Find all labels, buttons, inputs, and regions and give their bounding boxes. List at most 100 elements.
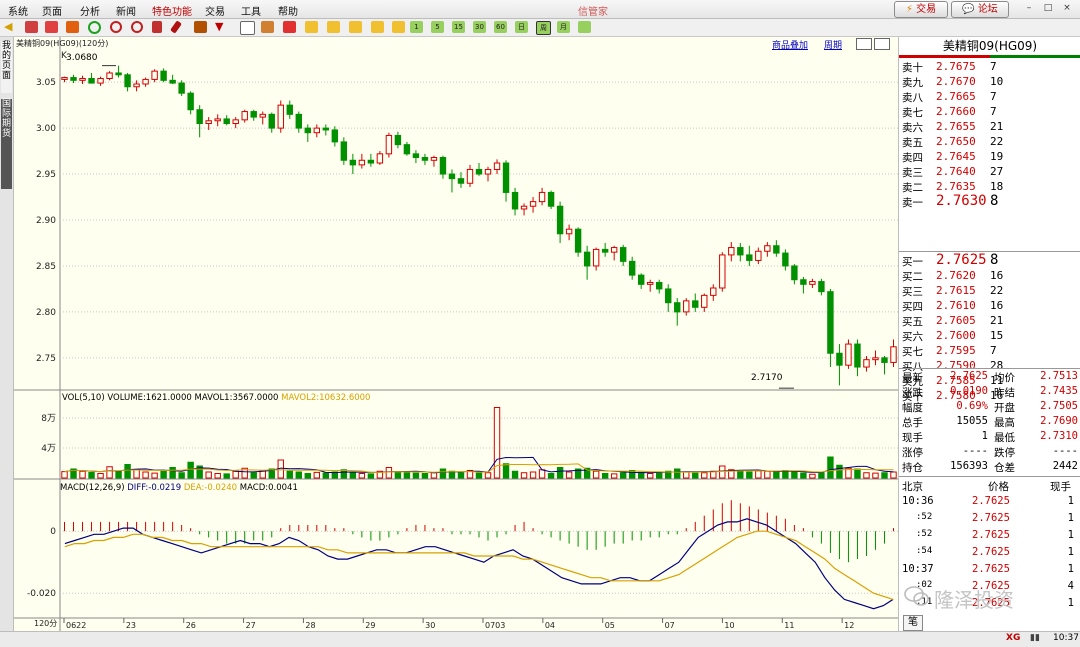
refresh-icon[interactable] (88, 21, 101, 34)
period-60m-button[interactable]: 60 (494, 21, 507, 33)
home-icon[interactable] (25, 21, 38, 33)
tick-time: 10:36 (902, 495, 934, 507)
candle-body (439, 157, 447, 175)
tick-row: :54 2.7625 1 (902, 546, 1078, 561)
bid-price: 2.7625 (936, 252, 987, 268)
period-link[interactable]: 周期 (824, 38, 842, 51)
restore-icon[interactable] (874, 38, 890, 50)
ask-row-3[interactable]: 卖三 2.7640 27 (902, 165, 1078, 180)
maximize-button[interactable]: □ (1041, 2, 1055, 14)
menu-tools[interactable]: 工具 (241, 3, 261, 18)
period-year-icon[interactable] (578, 21, 591, 33)
ask-row-8[interactable]: 卖八 2.7665 7 (902, 90, 1078, 105)
menu-page[interactable]: 页面 (42, 3, 62, 18)
menu-analysis[interactable]: 分析 (80, 3, 100, 18)
bid-row-5[interactable]: 买五 2.7605 21 (902, 314, 1078, 329)
calendar-icon[interactable] (45, 21, 58, 33)
candle-body (241, 111, 248, 121)
bid-label: 买四 (902, 301, 923, 313)
bid-row-1[interactable]: 买一 2.7625 8 (902, 252, 1078, 269)
ask-row-1[interactable]: 卖一 2.7630 8 (902, 193, 1078, 210)
volume-bar (340, 469, 348, 479)
ask-row-10[interactable]: 卖十 2.7675 7 (902, 60, 1078, 75)
ask-row-9[interactable]: 卖九 2.7670 10 (902, 75, 1078, 90)
volume-bar (160, 470, 167, 479)
bid-label: 买七 (902, 346, 923, 358)
zoom-in-icon[interactable] (110, 21, 122, 33)
list-icon[interactable] (66, 21, 79, 33)
tick-price: 2.7625 (972, 529, 1010, 541)
tick-time: :54 (916, 546, 933, 556)
volume-bar (610, 473, 618, 479)
pen-icon[interactable] (170, 20, 182, 34)
candle-body (493, 162, 501, 170)
bid-row-4[interactable]: 买四 2.7610 16 (902, 299, 1078, 314)
period-day-button[interactable]: 日 (515, 21, 528, 33)
bid-volume: 22 (990, 284, 1004, 297)
report-icon[interactable] (283, 21, 296, 33)
volume-bar (250, 472, 257, 479)
price-tick-label: 2.95 (36, 170, 56, 180)
overlay-link[interactable]: 商品叠加 (772, 38, 808, 51)
chart-svg: 3.05 3.00 2.95 2.90 2.85 2.80 2.75 0622 23 26 27 28… (14, 37, 898, 631)
bid-row-6[interactable]: 买六 2.7600 15 (902, 329, 1078, 344)
volume-bar (430, 472, 438, 479)
chart-area[interactable]: 3.05 3.00 2.95 2.90 2.85 2.80 2.75 0622 23 26 27 28… (14, 37, 898, 631)
doc3-icon[interactable] (349, 21, 362, 33)
table-icon[interactable] (240, 21, 255, 35)
bid-row-3[interactable]: 买三 2.7615 22 (902, 284, 1078, 299)
macd-header: MACD(12,26,9) DIFF:-0.0219 DEA:-0.0240 M… (60, 483, 298, 493)
ask-row-4[interactable]: 卖四 2.7645 19 (902, 150, 1078, 165)
doc2-icon[interactable] (327, 21, 340, 33)
period-15m-button[interactable]: 15 (452, 21, 465, 33)
stat-key: 总手 (902, 417, 923, 429)
stats-divider (899, 368, 1080, 369)
bell-icon[interactable] (194, 21, 207, 33)
back-arrow-icon[interactable]: ◀ (4, 21, 17, 33)
menu-features[interactable]: 特色功能 (152, 3, 192, 18)
period-30m-button[interactable]: 30 (473, 21, 486, 33)
zoom-out-icon[interactable] (131, 21, 143, 33)
bid-row-2[interactable]: 买二 2.7620 16 (902, 269, 1078, 284)
volume-header-prefix: VOL(5,10) VOLUME:1621.0000 (62, 393, 192, 403)
doc-icon[interactable] (305, 21, 318, 33)
ask-row-6[interactable]: 卖六 2.7655 21 (902, 120, 1078, 135)
candle-body (394, 134, 402, 146)
expand-icon[interactable] (856, 38, 872, 50)
volume-bar (358, 473, 366, 479)
close-button[interactable]: × (1060, 2, 1074, 14)
menu-system[interactable]: 系统 (8, 3, 28, 18)
bid-row-7[interactable]: 买七 2.7595 7 (902, 344, 1078, 359)
candle-body (259, 113, 266, 118)
chart-icon[interactable] (261, 21, 274, 33)
doc5-icon[interactable] (392, 21, 405, 33)
volume-bar (403, 472, 411, 479)
minimize-button[interactable]: – (1022, 2, 1036, 14)
ask-row-7[interactable]: 卖七 2.7660 7 (902, 105, 1078, 120)
tab-international-futures[interactable]: 国际期货 (1, 99, 12, 189)
trade-button[interactable]: ⚡ 交易 (894, 1, 948, 18)
candle-body (349, 159, 357, 166)
volume-bar (439, 468, 447, 479)
forum-button[interactable]: 💬 论坛 (951, 1, 1009, 18)
tab-ticks[interactable]: 笔 (903, 615, 923, 631)
period-month-button[interactable]: 月 (557, 21, 570, 33)
candle-body (457, 178, 465, 184)
menu-trade[interactable]: 交易 (205, 3, 225, 18)
period-5m-button[interactable]: 5 (431, 21, 444, 33)
ticks-header-vol: 现手 (1050, 481, 1071, 493)
candle-body (665, 288, 672, 304)
doc4-icon[interactable] (371, 21, 384, 33)
stat-row: 持仓 156393 仓差 2442 (902, 460, 1078, 475)
crosshair-icon[interactable] (152, 21, 162, 33)
ask-row-5[interactable]: 卖五 2.7650 22 (902, 135, 1078, 150)
tick-volume: 1 (1067, 529, 1074, 541)
tab-my-page[interactable]: 我的页面 (1, 41, 12, 93)
filter-icon[interactable]: ▼ (215, 21, 228, 33)
bid-price: 2.7600 (936, 329, 976, 342)
volume-bar (637, 471, 645, 479)
period-1m-button[interactable]: 1 (410, 21, 423, 33)
menu-help[interactable]: 帮助 (278, 3, 298, 18)
period-week-button[interactable]: 周 (536, 21, 551, 35)
menu-news[interactable]: 新闻 (116, 3, 136, 18)
